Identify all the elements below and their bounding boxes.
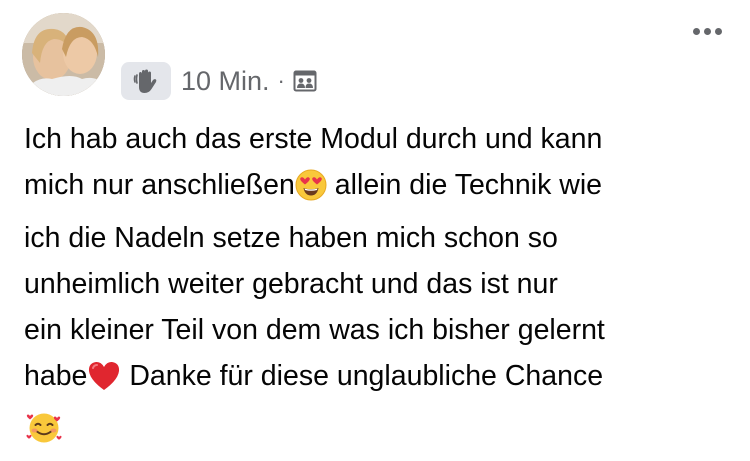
post-line: unheimlich weiter gebracht und das ist n… [24, 268, 558, 300]
post-text-segment: habe [24, 360, 88, 392]
post-line: habe Danke für diese unglaubliche Chance [24, 353, 730, 406]
profile-photo [22, 13, 105, 96]
post-line: mich nur anschließen allein die Technik … [24, 162, 730, 215]
post-body: Ich hab auch das erste Modul durch und k… [24, 116, 730, 459]
more-dot [693, 28, 700, 35]
meta-separator: · [277, 68, 285, 93]
post-line [24, 406, 730, 459]
avatar[interactable] [22, 13, 105, 96]
more-options-icon[interactable] [693, 28, 722, 35]
post-line: Ich hab auch das erste Modul durch und k… [24, 123, 603, 155]
heart-eyes-emoji [295, 169, 327, 215]
post-text-segment: allein die Technik wie [326, 169, 603, 201]
waving-hand-icon[interactable] [121, 62, 171, 100]
post-line: ich die Nadeln setze haben mich schon so [24, 222, 558, 254]
smiling-face-with-hearts-emoji [24, 409, 64, 459]
more-dot [715, 28, 722, 35]
post-meta: 10 Min. · [121, 62, 317, 100]
post-text-segment: mich nur anschließen [24, 169, 295, 201]
post-line: ein kleiner Teil von dem was ich bisher … [24, 314, 605, 346]
more-dot [704, 28, 711, 35]
red-heart-emoji [87, 360, 121, 406]
group-privacy-icon[interactable] [293, 69, 317, 93]
post-timestamp[interactable]: 10 Min. [181, 66, 270, 97]
post-text-segment: Danke für diese unglaubliche Chance [121, 360, 604, 392]
